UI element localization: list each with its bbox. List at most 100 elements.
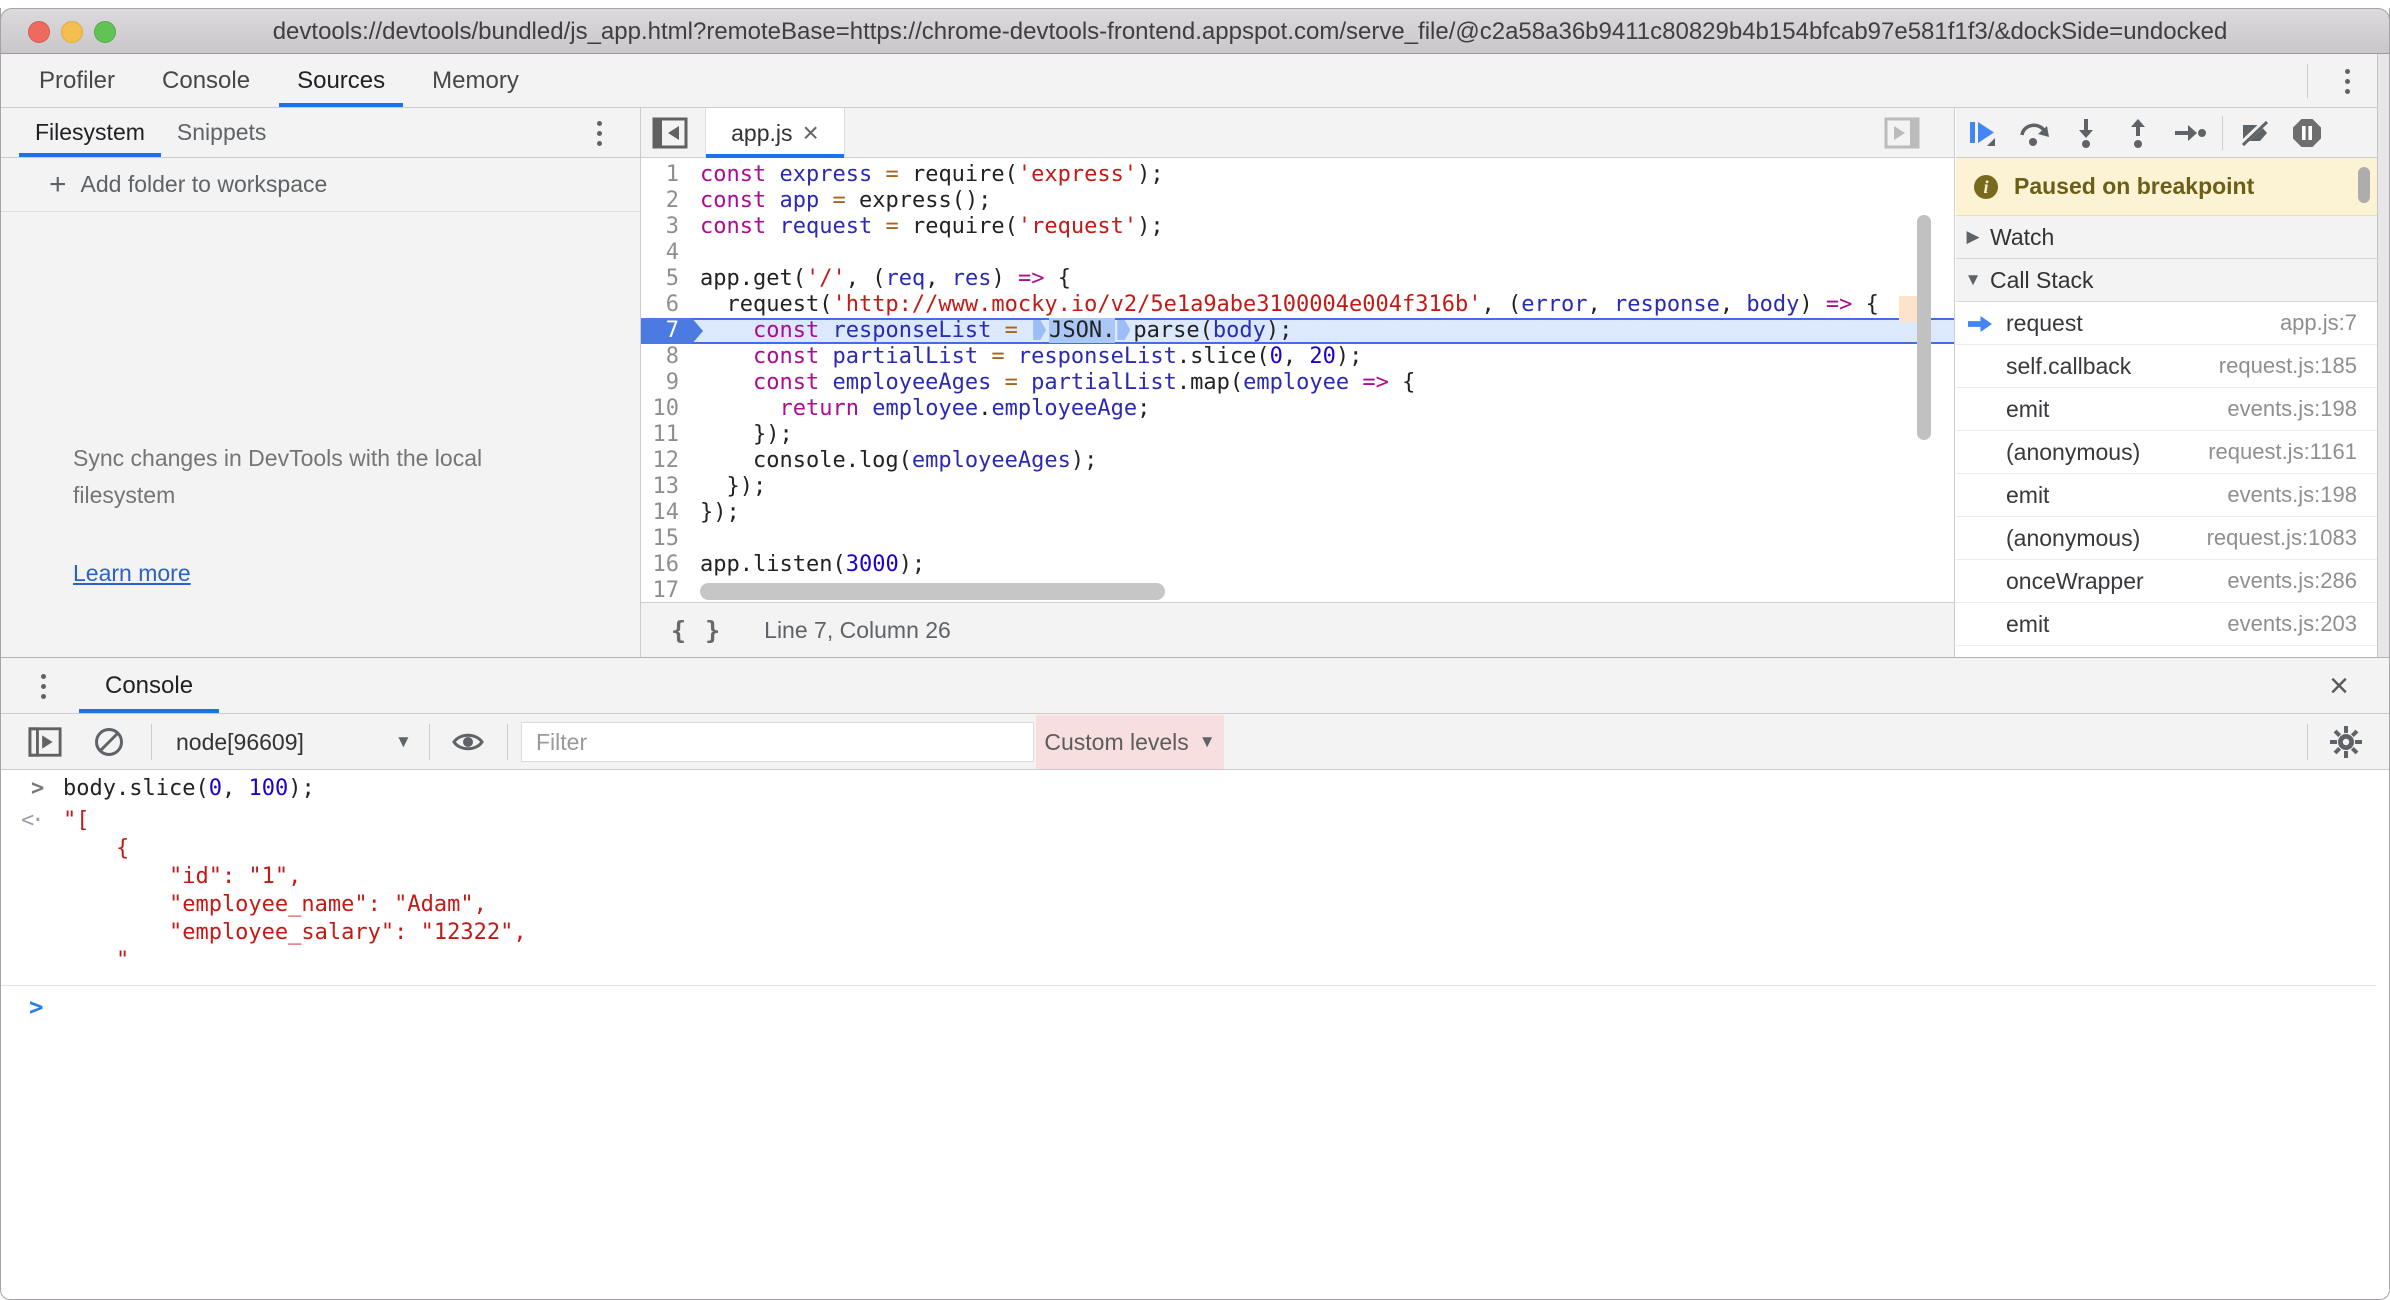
editor-horizontal-scrollbar[interactable] xyxy=(700,583,1165,600)
code-line-3: 3const request = require('request'); xyxy=(641,214,1954,240)
pause-on-exceptions-button[interactable] xyxy=(2281,113,2333,153)
resume-button[interactable] xyxy=(1956,113,2008,153)
code-area[interactable]: 1const express = require('express');2 con… xyxy=(641,158,1954,602)
line-number-17[interactable]: 17 xyxy=(641,578,692,602)
debugger-sidebar: i Paused on breakpoint ▶ Watch ▼ Call St… xyxy=(1956,108,2377,657)
editor-tab-appjs[interactable]: app.js × xyxy=(705,108,845,158)
close-tab-icon[interactable]: × xyxy=(803,123,819,143)
tab-memory[interactable]: Memory xyxy=(410,54,541,107)
call-stack-frame[interactable]: emitevents.js:198 xyxy=(1956,388,2377,431)
step-over-button[interactable] xyxy=(2008,113,2060,153)
call-stack-frame[interactable]: (anonymous) request.js:1083 xyxy=(1956,517,2377,560)
call-stack-frame[interactable]: (anonymous) request.js:1161 xyxy=(1956,431,2377,474)
line-number-2[interactable]: 2 xyxy=(641,188,692,214)
chevron-down-icon: ▼ xyxy=(1956,270,1990,290)
console-input-text: body.slice(0, 100); xyxy=(63,775,315,803)
code-line-9: 9 const employeeAges = partialList.map(e… xyxy=(641,370,1954,396)
line-number-12[interactable]: 12 xyxy=(641,448,692,474)
navigator-tab-filesystem[interactable]: Filesystem xyxy=(19,108,161,157)
line-number-8[interactable]: 8 xyxy=(641,344,692,370)
pretty-print-icon[interactable]: { } xyxy=(671,616,722,645)
paused-message: Paused on breakpoint xyxy=(2014,173,2254,200)
deactivate-breakpoints-button[interactable] xyxy=(2229,113,2281,153)
editor-tab-label: app.js xyxy=(731,120,792,147)
frame-location: request.js:1083 xyxy=(2207,525,2357,551)
call-stack-frame[interactable]: requestapp.js:7 xyxy=(1956,302,2377,345)
message-separator xyxy=(1,985,2376,986)
code-line-7: 7 const responseList = JSON.parse(body); xyxy=(641,318,1954,344)
close-drawer-icon[interactable]: × xyxy=(2329,666,2349,706)
line-number-11[interactable]: 11 xyxy=(641,422,692,448)
divider xyxy=(2307,64,2308,98)
line-number-15[interactable]: 15 xyxy=(641,526,692,552)
navigator-menu-kebab-icon[interactable] xyxy=(585,116,613,150)
add-folder-label: Add folder to workspace xyxy=(81,171,328,198)
frame-function-name: (anonymous) xyxy=(2006,439,2140,466)
code-text: const app = express(); xyxy=(700,188,991,214)
step-into-button[interactable] xyxy=(2060,113,2112,153)
main-tab-bar: ProfilerConsoleSourcesMemory xyxy=(1,54,2389,108)
frame-location: request.js:1161 xyxy=(2208,439,2357,465)
console-menu-kebab-icon[interactable] xyxy=(29,669,57,703)
tab-console[interactable]: Console xyxy=(140,54,272,107)
main-menu-kebab-icon[interactable] xyxy=(2333,64,2361,98)
line-number-9[interactable]: 9 xyxy=(641,370,692,396)
navigator-tab-snippets[interactable]: Snippets xyxy=(161,108,283,157)
step-button[interactable] xyxy=(2164,113,2216,153)
custom-levels-label: Custom levels xyxy=(1044,729,1188,756)
call-stack-frame[interactable]: self.callbackrequest.js:185 xyxy=(1956,345,2377,388)
line-number-6[interactable]: 6 xyxy=(641,292,692,318)
line-number-10[interactable]: 10 xyxy=(641,396,692,422)
navigator-pane: FilesystemSnippets + Add folder to works… xyxy=(1,108,641,657)
live-expression-eye-icon[interactable] xyxy=(451,714,485,770)
input-chevron-icon: > xyxy=(31,775,44,803)
divider xyxy=(2307,724,2308,760)
call-stack-frame[interactable]: emitevents.js:203 xyxy=(1956,603,2377,646)
code-line-1: 1const express = require('express'); xyxy=(641,162,1954,188)
code-text: }); xyxy=(700,474,766,500)
line-number-3[interactable]: 3 xyxy=(641,214,692,240)
code-text: return employee.employeeAge; xyxy=(700,396,1150,422)
console-tab[interactable]: Console xyxy=(79,658,219,713)
call-stack-frame[interactable]: onceWrapperevents.js:286 xyxy=(1956,560,2377,603)
tab-profiler[interactable]: Profiler xyxy=(17,54,137,107)
line-number-16[interactable]: 16 xyxy=(641,552,692,578)
execution-context-selector[interactable]: node[96609] xyxy=(176,714,304,770)
learn-more-link[interactable]: Learn more xyxy=(73,560,191,587)
call-stack-section-header[interactable]: ▼ Call Stack xyxy=(1956,259,2377,302)
editor-vertical-scrollbar[interactable] xyxy=(1917,215,1931,440)
context-label: node[96609] xyxy=(176,729,304,756)
show-debugger-pane-icon[interactable] xyxy=(1883,115,1921,151)
execution-position-marker-icon[interactable] xyxy=(1033,320,1046,340)
code-line-16: 16app.listen(3000); xyxy=(641,552,1954,578)
hide-navigator-icon[interactable] xyxy=(651,115,689,151)
filter-input[interactable] xyxy=(521,722,1034,762)
clear-console-button[interactable] xyxy=(93,714,125,770)
execution-position-marker-icon[interactable] xyxy=(1117,320,1130,340)
line-number-5[interactable]: 5 xyxy=(641,266,692,292)
return-value-icon: <· xyxy=(21,807,42,835)
code-line-15: 15 xyxy=(641,526,1954,552)
custom-levels-button[interactable]: Custom levels ▼ xyxy=(1036,715,1224,769)
line-number-4[interactable]: 4 xyxy=(641,240,692,266)
console-prompt-chevron[interactable]: > xyxy=(29,993,43,1021)
frame-location: app.js:7 xyxy=(2280,310,2357,336)
console-messages: > body.slice(0, 100); <· "[ { "id": "1",… xyxy=(1,771,2376,1300)
line-number-13[interactable]: 13 xyxy=(641,474,692,500)
settings-gear-icon[interactable] xyxy=(2329,714,2363,770)
sidebar-scrollbar[interactable] xyxy=(2358,167,2370,203)
add-folder-button[interactable]: + Add folder to workspace xyxy=(1,158,640,212)
console-drawer: Console × node[96609] xyxy=(1,657,2389,1300)
line-number-14[interactable]: 14 xyxy=(641,500,692,526)
watch-section-header[interactable]: ▶ Watch xyxy=(1956,216,2377,259)
line-number-1[interactable]: 1 xyxy=(641,162,692,188)
chevron-right-icon: ▶ xyxy=(1956,227,1990,247)
frame-function-name: (anonymous) xyxy=(2006,525,2140,552)
context-dropdown-icon[interactable]: ▼ xyxy=(395,714,412,770)
tab-sources[interactable]: Sources xyxy=(275,54,407,107)
code-text: const employeeAges = partialList.map(emp… xyxy=(700,370,1415,396)
call-stack-frame[interactable]: emitevents.js:198 xyxy=(1956,474,2377,517)
line-number-7[interactable]: 7 xyxy=(641,318,703,344)
console-sidebar-toggle[interactable] xyxy=(27,714,63,770)
step-out-button[interactable] xyxy=(2112,113,2164,153)
